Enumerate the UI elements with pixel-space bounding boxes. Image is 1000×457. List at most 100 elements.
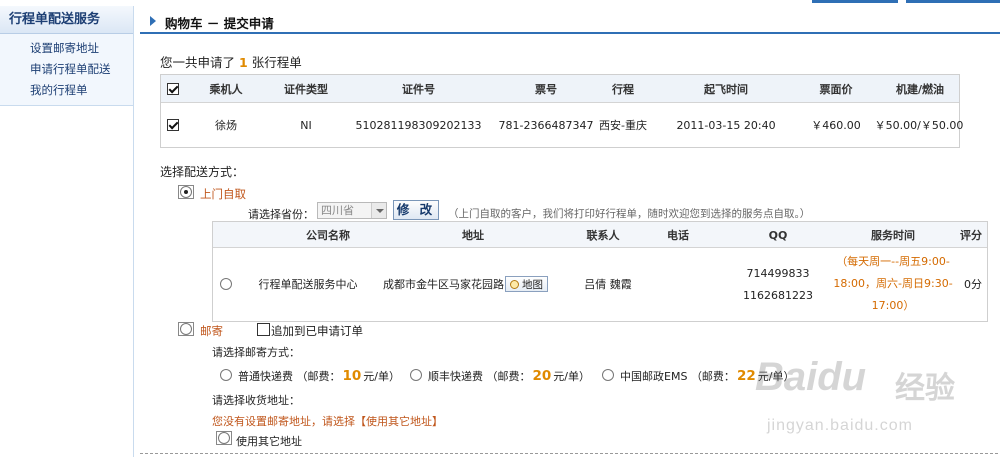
sidebar: 行程单配送服务 设置邮寄地址 申请行程单配送 我的行程单 xyxy=(0,6,134,457)
cell-route: 西安-重庆 xyxy=(599,119,647,132)
cell-qq-2: 1162681223 xyxy=(743,288,813,302)
use-other-radio[interactable] xyxy=(218,432,230,444)
baidu-watermark: Baidu 经验 jingyan.baidu.com xyxy=(755,345,990,453)
cell-tax: ￥50.00/￥50.00 xyxy=(874,119,964,132)
pickup-radio-wrap[interactable] xyxy=(178,185,194,199)
application-summary: 您一共申请了 1 张行程单 xyxy=(160,52,302,71)
magnifier-icon xyxy=(510,279,519,289)
col-route: 行程 xyxy=(612,82,634,96)
sidebar-item-my-itinerary[interactable]: 我的行程单 xyxy=(0,80,133,101)
col-ticket-number: 票号 xyxy=(535,82,557,96)
cell-fare: ￥460.00 xyxy=(811,119,861,132)
use-other-label: 使用其它地址 xyxy=(236,435,302,448)
address-title: 请选择收货地址： xyxy=(212,394,300,407)
cell-rating: 0分 xyxy=(964,278,982,291)
summary-suffix: 张行程单 xyxy=(251,55,302,70)
cell-ticket-number: 781-2366487347 xyxy=(498,118,594,132)
fee-prefix: （邮费： xyxy=(690,370,735,383)
service-point-radio[interactable] xyxy=(220,278,232,290)
method-radio-normal[interactable] xyxy=(220,369,232,381)
fee-amount: 10 xyxy=(342,368,362,384)
no-address-warning: 您没有设置邮寄地址，请选择【使用其它地址】 xyxy=(212,415,443,428)
pickup-radio[interactable] xyxy=(180,186,192,198)
address-text: 成都市金牛区马家花园路 xyxy=(383,278,504,291)
col-fare: 票面价 xyxy=(819,82,853,96)
map-button-label: 地图 xyxy=(522,278,543,291)
fee-prefix: （邮费： xyxy=(296,370,341,383)
fee-suffix: 元/单） xyxy=(363,370,401,383)
cell-service-time-1: （每天周一--周五9:00- xyxy=(836,255,950,268)
mail-radio-wrap[interactable] xyxy=(178,322,194,336)
col-passenger: 乘机人 xyxy=(209,82,243,96)
col-phone: 电话 xyxy=(667,229,689,242)
watermark-logo: Baidu xyxy=(755,355,867,399)
cell-departure: 2011-03-15 20:40 xyxy=(676,118,776,132)
fee-amount: 20 xyxy=(532,368,552,384)
top-tab[interactable] xyxy=(812,0,898,3)
cell-company: 行程单配送服务中心 xyxy=(258,278,358,291)
col-contact: 联系人 xyxy=(586,229,620,242)
fee-amount: 22 xyxy=(736,368,756,384)
col-id-type: 证件类型 xyxy=(284,82,328,96)
ticket-checkbox[interactable] xyxy=(167,119,179,131)
province-select[interactable]: 四川省 xyxy=(317,202,387,219)
sidebar-menu: 设置邮寄地址 申请行程单配送 我的行程单 xyxy=(0,34,133,106)
top-strip xyxy=(0,0,1000,6)
method-name: 普通快递费 xyxy=(238,370,293,383)
col-company: 公司名称 xyxy=(306,229,350,242)
pickup-label[interactable]: 上门自取 xyxy=(200,186,246,202)
page-title: 购物车 － 提交申请 xyxy=(165,16,274,31)
col-service-time: 服务时间 xyxy=(871,229,915,242)
map-button[interactable]: 地图 xyxy=(505,276,548,292)
table-header: 乘机人 证件类型 证件号 票号 行程 起飞时间 票面价 机建/燃油 xyxy=(161,75,959,103)
ticket-table: 乘机人 证件类型 证件号 票号 行程 起飞时间 票面价 机建/燃油 徐炀 NI … xyxy=(160,74,964,148)
method-radio-sf[interactable] xyxy=(410,369,422,381)
col-id-number: 证件号 xyxy=(402,82,435,96)
cell-passenger: 徐炀 xyxy=(215,119,237,132)
append-order-checkbox[interactable] xyxy=(257,323,270,336)
col-rating: 评分 xyxy=(960,229,982,242)
summary-count: 1 xyxy=(239,55,248,70)
watermark-url: jingyan.baidu.com xyxy=(767,417,913,434)
table-header: 公司名称 地址 联系人 电话 QQ 服务时间 评分 xyxy=(213,222,987,248)
cell-id-type: NI xyxy=(300,118,312,132)
table-row: 徐炀 NI 510281198309202133 781-2366487347 … xyxy=(161,103,964,147)
cell-phone xyxy=(658,274,698,294)
cell-contact: 吕倩 魏霞 xyxy=(584,278,632,291)
mail-label[interactable]: 邮寄 xyxy=(200,323,223,339)
cell-service-time-2: 18:00，周六-周日9:30- xyxy=(833,277,953,290)
col-tax: 机建/燃油 xyxy=(895,82,945,96)
divider xyxy=(140,453,998,454)
method-sf[interactable]: 顺丰快递费 （邮费： 20 元/单） xyxy=(428,368,590,384)
cell-service-time-3: 17:00） xyxy=(871,299,915,312)
select-all-checkbox[interactable] xyxy=(167,82,179,95)
method-normal[interactable]: 普通快递费 （邮费： 10 元/单） xyxy=(238,368,400,384)
chevron-down-icon[interactable] xyxy=(371,203,386,218)
province-label: 请选择省份： xyxy=(248,208,314,221)
page-header: 购物车 － 提交申请 xyxy=(140,10,1000,34)
method-name: 顺丰快递费 xyxy=(428,370,483,383)
service-point-table: 公司名称 地址 联系人 电话 QQ 服务时间 评分 行程单配送服务中心 成都市金… xyxy=(212,221,988,322)
mail-radio[interactable] xyxy=(180,323,192,335)
arrow-right-icon xyxy=(150,16,156,26)
fee-suffix: 元/单） xyxy=(553,370,591,383)
top-tab[interactable] xyxy=(906,0,1000,3)
cell-qq-1: 714499833 xyxy=(746,266,810,280)
sidebar-item-apply-delivery[interactable]: 申请行程单配送 xyxy=(0,59,133,80)
sidebar-item-set-address[interactable]: 设置邮寄地址 xyxy=(0,38,133,59)
mail-method-title: 请选择邮寄方式： xyxy=(212,346,300,359)
method-name: 中国邮政EMS xyxy=(620,370,688,383)
delivery-section-title: 选择配送方式： xyxy=(160,165,245,179)
cell-address: 成都市金牛区马家花园路 地图 xyxy=(383,274,563,294)
cell-id-number: 510281198309202133 xyxy=(355,118,482,132)
col-qq: QQ xyxy=(768,228,788,242)
sidebar-title: 行程单配送服务 xyxy=(0,6,133,34)
col-departure: 起飞时间 xyxy=(704,82,748,96)
append-order-label: 追加到已申请订单 xyxy=(271,324,363,338)
modify-button[interactable]: 修 改 xyxy=(393,200,439,220)
province-value: 四川省 xyxy=(321,204,354,217)
method-radio-ems[interactable] xyxy=(602,369,614,381)
use-other-radio-wrap[interactable] xyxy=(216,431,232,445)
watermark-cn: 经验 xyxy=(895,371,955,406)
summary-prefix: 您一共申请了 xyxy=(160,55,236,70)
